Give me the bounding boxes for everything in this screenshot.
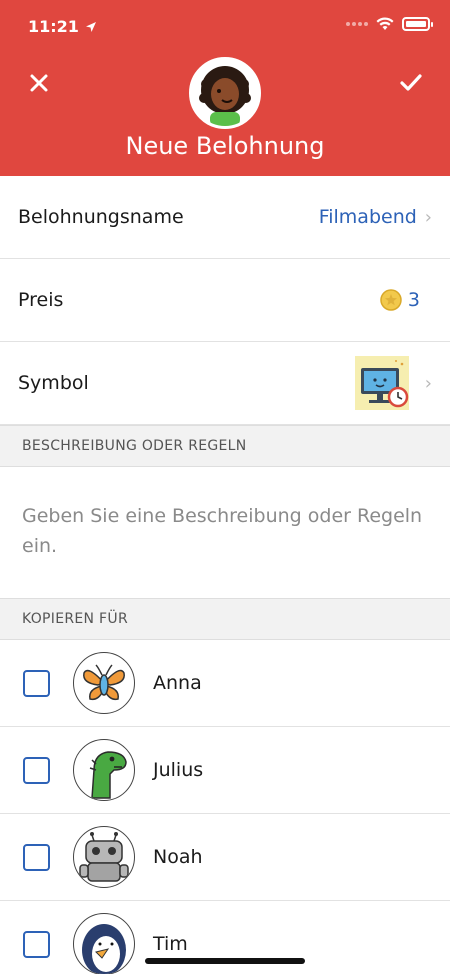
checkbox[interactable] xyxy=(23,930,50,958)
coin-icon xyxy=(380,289,402,311)
person-row-julius[interactable]: Julius xyxy=(0,727,450,814)
reward-name-value-wrap: Filmabend › xyxy=(319,206,432,228)
person-row-anna[interactable]: Anna xyxy=(0,640,450,727)
butterfly-icon xyxy=(83,664,125,701)
robot-icon xyxy=(79,832,129,882)
chevron-right-icon: › xyxy=(424,206,432,228)
status-indicators xyxy=(346,17,433,31)
home-indicator[interactable] xyxy=(145,958,305,964)
person-name: Julius xyxy=(153,759,204,781)
checkbox[interactable] xyxy=(23,669,50,697)
symbol-row[interactable]: Symbol › xyxy=(0,342,450,425)
penguin-icon xyxy=(82,924,126,974)
checkbox[interactable] xyxy=(23,756,50,784)
page-title: Neue Belohnung xyxy=(125,132,325,160)
penguin-avatar xyxy=(73,913,135,974)
user-avatar[interactable] xyxy=(189,57,261,129)
location-arrow-icon xyxy=(85,21,96,32)
price-row[interactable]: Preis 3 xyxy=(0,259,450,342)
reward-name-value: Filmabend xyxy=(318,206,417,228)
copy-section-header: KOPIEREN FÜR xyxy=(0,598,450,640)
checkbox[interactable] xyxy=(23,843,50,871)
cellular-signal-icon xyxy=(346,22,368,26)
wifi-icon xyxy=(376,17,394,30)
chevron-right-icon: › xyxy=(424,372,432,394)
reward-name-row[interactable]: Belohnungsname Filmabend › xyxy=(0,176,450,259)
tv-clock-symbol-icon xyxy=(354,356,409,410)
symbol-value-wrap: › xyxy=(354,356,432,410)
checkmark-icon xyxy=(400,74,422,91)
description-input[interactable]: Geben Sie eine Beschreibung oder Regeln … xyxy=(0,467,450,598)
price-value: 3 xyxy=(407,289,420,311)
person-name: Anna xyxy=(153,672,202,694)
battery-icon xyxy=(402,17,433,31)
description-section-header: BESCHREIBUNG ODER REGELN xyxy=(0,425,450,467)
dinosaur-icon xyxy=(89,751,127,799)
person-name: Tim xyxy=(153,933,188,955)
status-time-text: 11:21 xyxy=(28,17,79,36)
status-time: 11:21 xyxy=(28,17,97,36)
header-bar: 11:21 Neue Belohnung xyxy=(0,0,450,176)
dinosaur-avatar xyxy=(73,739,135,801)
close-button[interactable] xyxy=(22,66,56,100)
butterfly-avatar xyxy=(73,652,135,714)
price-label: Preis xyxy=(18,289,64,311)
price-value-wrap: 3 xyxy=(380,289,420,311)
close-icon xyxy=(30,74,48,92)
reward-name-label: Belohnungsname xyxy=(18,206,184,228)
person-name: Noah xyxy=(153,846,203,868)
person-row-noah[interactable]: Noah xyxy=(0,814,450,901)
confirm-button[interactable] xyxy=(394,66,428,100)
girl-avatar-icon xyxy=(192,60,258,126)
robot-avatar xyxy=(73,826,135,888)
symbol-label: Symbol xyxy=(18,372,89,394)
